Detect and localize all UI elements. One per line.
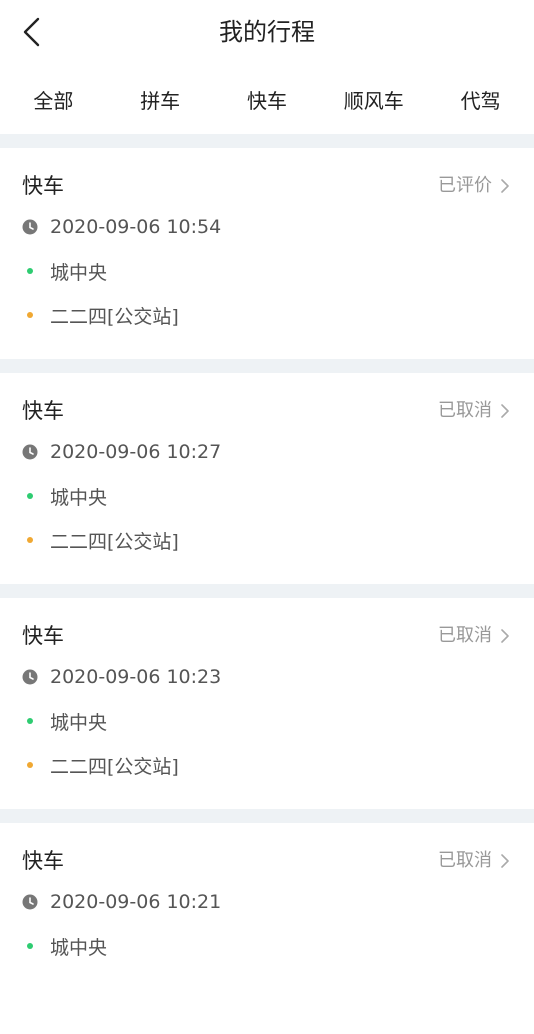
destination-dot-icon bbox=[27, 537, 33, 543]
tab-designated-driver[interactable]: 代驾 bbox=[427, 64, 534, 134]
trip-status: 已取消 bbox=[438, 400, 492, 421]
tab-carpool[interactable]: 拼车 bbox=[107, 64, 214, 134]
trip-type: 快车 bbox=[22, 399, 64, 423]
clock-icon bbox=[22, 669, 38, 685]
trip-destination: 二二四[公交站] bbox=[50, 305, 179, 328]
chevron-right-icon bbox=[501, 404, 509, 418]
trip-filter-tabs: 全部 拼车 快车 顺风车 代驾 bbox=[0, 64, 534, 134]
trip-card[interactable]: 快车 已取消 2020-09-06 10:21 城中央 bbox=[0, 823, 534, 1034]
trip-origin: 城中央 bbox=[50, 711, 108, 734]
trip-destination: 二二四[公交站] bbox=[50, 530, 179, 553]
origin-dot-icon bbox=[27, 718, 33, 724]
trip-time-row: 2020-09-06 10:27 bbox=[22, 439, 221, 465]
trip-status: 已取消 bbox=[438, 850, 492, 871]
top-bar: 我的行程 bbox=[0, 0, 534, 64]
trip-destination-row: 二二四[公交站] bbox=[22, 527, 179, 553]
trip-origin-row: 城中央 bbox=[22, 933, 107, 959]
back-arrow-icon bbox=[23, 17, 40, 47]
trip-status: 已取消 bbox=[438, 625, 492, 646]
origin-dot-icon bbox=[27, 943, 33, 949]
destination-dot-icon bbox=[27, 312, 33, 318]
trip-destination-row: 二二四[公交站] bbox=[22, 752, 179, 778]
trip-origin: 城中央 bbox=[50, 936, 108, 959]
trip-time-row: 2020-09-06 10:54 bbox=[22, 214, 221, 240]
trip-card[interactable]: 快车 已取消 2020-09-06 10:27 城中央 二二四[公交站] bbox=[0, 373, 534, 584]
trip-time-row: 2020-09-06 10:21 bbox=[22, 889, 221, 915]
trip-time: 2020-09-06 10:54 bbox=[50, 216, 222, 238]
trip-origin-row: 城中央 bbox=[22, 708, 107, 734]
trip-origin-row: 城中央 bbox=[22, 258, 107, 284]
destination-dot-icon bbox=[27, 762, 33, 768]
trip-type: 快车 bbox=[22, 624, 64, 648]
tab-express[interactable]: 快车 bbox=[214, 64, 321, 134]
trip-destination: 二二四[公交站] bbox=[50, 755, 179, 778]
trip-time: 2020-09-06 10:23 bbox=[50, 666, 222, 688]
trip-list: 快车 已评价 2020-09-06 10:54 城中央 二二四[公交站] 快车 … bbox=[0, 134, 534, 1034]
trip-origin-row: 城中央 bbox=[22, 483, 107, 509]
tab-all[interactable]: 全部 bbox=[0, 64, 107, 134]
trip-status: 已评价 bbox=[438, 175, 492, 196]
clock-icon bbox=[22, 219, 38, 235]
clock-icon bbox=[22, 894, 38, 910]
trip-origin: 城中央 bbox=[50, 261, 108, 284]
trip-type: 快车 bbox=[22, 849, 64, 873]
origin-dot-icon bbox=[27, 268, 33, 274]
back-button[interactable] bbox=[10, 10, 54, 54]
trip-card[interactable]: 快车 已取消 2020-09-06 10:23 城中央 二二四[公交站] bbox=[0, 598, 534, 809]
chevron-right-icon bbox=[501, 854, 509, 868]
trip-type: 快车 bbox=[22, 174, 64, 198]
trip-origin: 城中央 bbox=[50, 486, 108, 509]
clock-icon bbox=[22, 444, 38, 460]
tab-hitch[interactable]: 顺风车 bbox=[320, 64, 427, 134]
trip-destination-row: 二二四[公交站] bbox=[22, 302, 179, 328]
chevron-right-icon bbox=[501, 179, 509, 193]
page-title: 我的行程 bbox=[219, 18, 315, 46]
chevron-right-icon bbox=[501, 629, 509, 643]
trip-time: 2020-09-06 10:27 bbox=[50, 441, 222, 463]
trip-card[interactable]: 快车 已评价 2020-09-06 10:54 城中央 二二四[公交站] bbox=[0, 148, 534, 359]
trip-time: 2020-09-06 10:21 bbox=[50, 891, 222, 913]
origin-dot-icon bbox=[27, 493, 33, 499]
trip-time-row: 2020-09-06 10:23 bbox=[22, 664, 221, 690]
